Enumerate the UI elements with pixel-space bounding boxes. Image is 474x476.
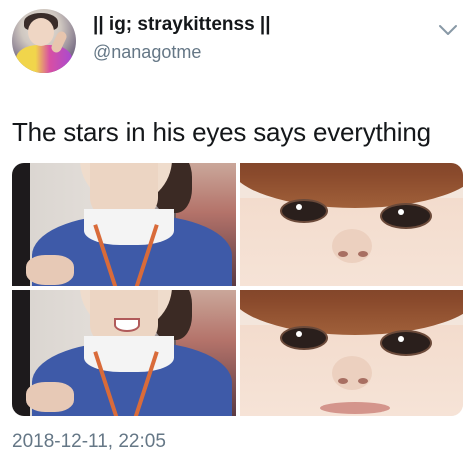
photo-1[interactable] — [12, 163, 236, 286]
avatar-face — [28, 18, 54, 46]
photo-3[interactable] — [12, 290, 236, 416]
avatar-jacket — [16, 45, 72, 73]
display-name[interactable]: || ig; straykittenss || — [93, 14, 271, 36]
photo-4[interactable] — [240, 290, 463, 416]
chevron-down-icon[interactable] — [437, 22, 459, 38]
avatar[interactable] — [12, 9, 76, 73]
tweet-timestamp[interactable]: 2018-12-11, 22:05 — [12, 431, 166, 453]
media-grid[interactable] — [12, 163, 463, 416]
photo-2[interactable] — [240, 163, 463, 286]
tweet-text: The stars in his eyes says everything — [12, 117, 431, 147]
user-handle[interactable]: @nanagotme — [93, 42, 201, 63]
